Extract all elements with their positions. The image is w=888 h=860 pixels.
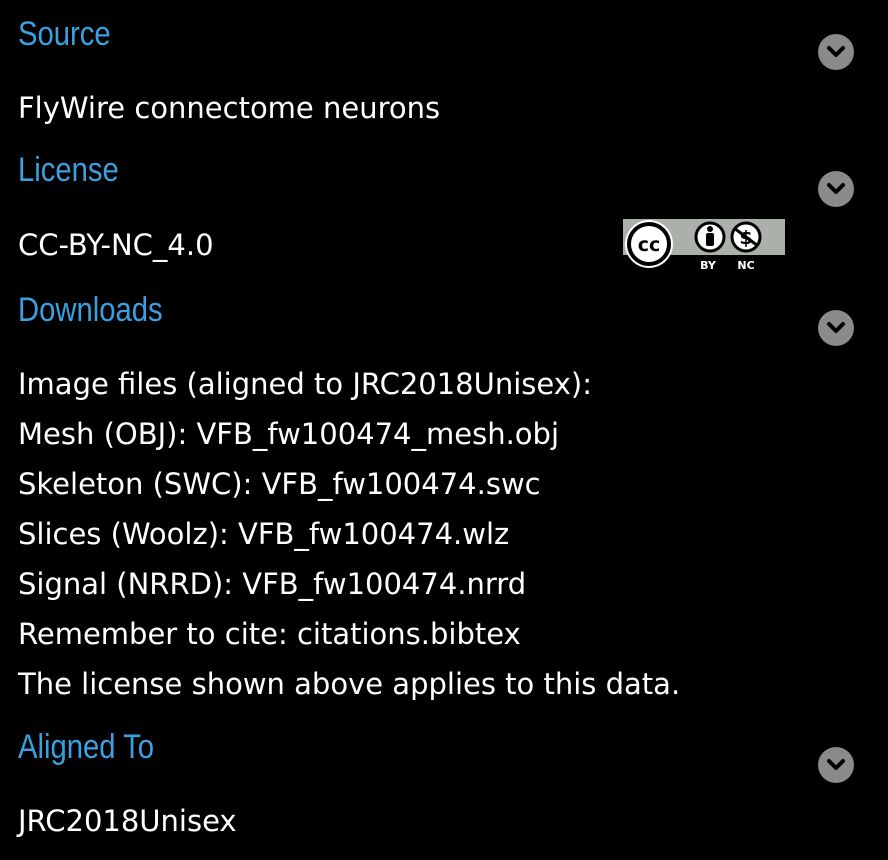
cite-label: Remember to cite: [18,617,297,651]
download-label: Mesh (OBJ): [18,417,197,451]
download-link-slices[interactable]: VFB_fw100474.wlz [238,517,509,551]
download-item-slices: Slices (Woolz): VFB_fw100474.wlz [18,516,509,552]
download-link-citations[interactable]: citations.bibtex [297,617,521,651]
source-value: FlyWire connectome neurons [18,91,441,125]
aligned-to-value[interactable]: JRC2018Unisex [18,803,237,839]
downloads-chevron-button[interactable] [818,310,854,346]
attribution-icon [694,221,726,253]
download-item-cite: Remember to cite: citations.bibtex [18,616,521,652]
download-item-signal: Signal (NRRD): VFB_fw100474.nrrd [18,566,526,602]
by-label: BY [700,259,717,272]
download-label: Signal (NRRD): [18,567,243,601]
download-link-skeleton[interactable]: VFB_fw100474.swc [262,467,541,501]
license-value: CC-BY-NC_4.0 [18,228,214,262]
chevron-down-icon [827,759,845,770]
source-title: Source [18,15,111,53]
cc-text: cc [638,234,661,256]
chevron-down-icon [827,183,845,194]
download-link-signal[interactable]: VFB_fw100474.nrrd [242,567,526,601]
cc-by-nc-badge[interactable]: cc $ BY NC [622,218,786,273]
license-title: License [18,151,119,189]
chevron-down-icon [827,46,845,57]
nc-label: NC [737,259,754,272]
source-chevron-button[interactable] [818,34,854,70]
cc-icon: cc [625,220,673,268]
download-link-mesh[interactable]: VFB_fw100474_mesh.obj [196,417,559,451]
downloads-heading: Image files (aligned to JRC2018Unisex): [18,367,592,401]
download-label: Skeleton (SWC): [18,467,262,501]
downloads-title: Downloads [18,291,163,329]
aligned-to-title: Aligned To [18,728,155,766]
license-chevron-button[interactable] [818,171,854,207]
license-note: The license shown above applies to this … [18,667,681,701]
non-commercial-icon: $ [730,221,762,253]
aligned-to-chevron-button[interactable] [818,747,854,783]
download-item-skeleton: Skeleton (SWC): VFB_fw100474.swc [18,466,541,502]
download-item-mesh: Mesh (OBJ): VFB_fw100474_mesh.obj [18,416,559,452]
chevron-down-icon [827,322,845,333]
download-label: Slices (Woolz): [18,517,238,551]
